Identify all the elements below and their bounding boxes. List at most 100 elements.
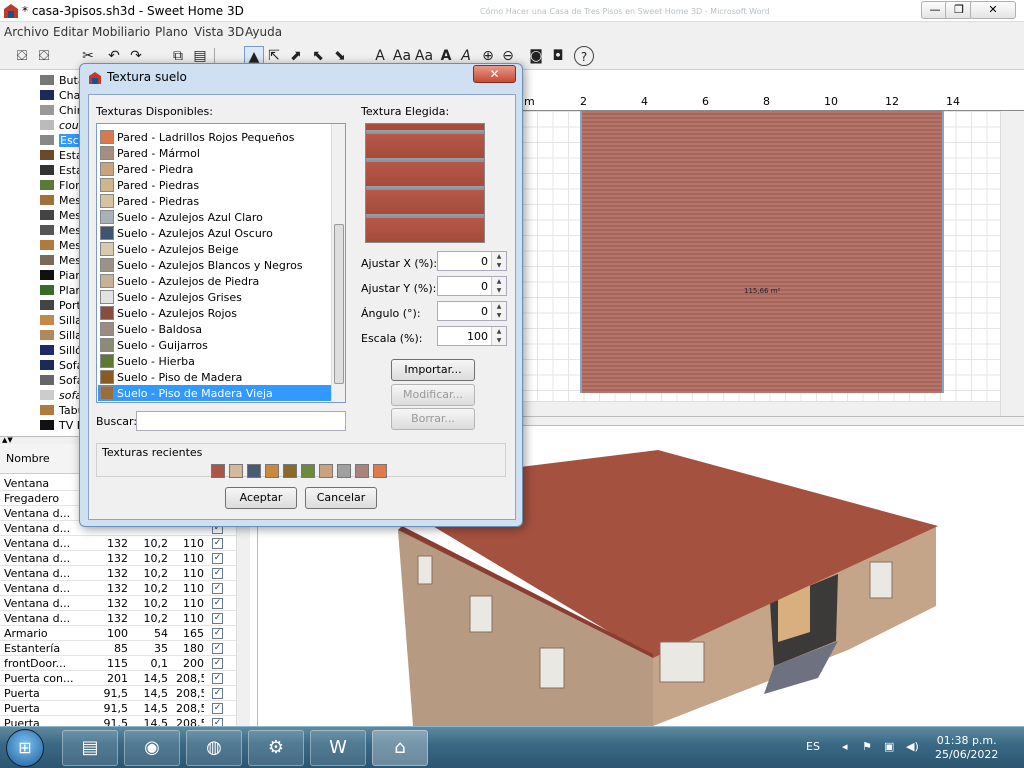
visible-checkbox[interactable]: ✓ xyxy=(212,568,223,579)
modify-button[interactable]: Modificar... xyxy=(391,384,475,406)
sweet-home-3d-taskbar-icon[interactable]: ⌂ xyxy=(372,730,428,766)
recent-texture-swatch[interactable] xyxy=(211,464,225,478)
firefox-icon[interactable]: ◍ xyxy=(186,730,242,766)
table-row[interactable]: Ventana d... 132 10,2 110 ✓ xyxy=(0,551,236,566)
spinner-arrows-icon[interactable]: ▲ ▼ xyxy=(491,277,506,295)
open-icon[interactable]: ⛋ xyxy=(34,46,54,66)
recent-texture-swatch[interactable] xyxy=(319,464,333,478)
visible-checkbox[interactable]: ✓ xyxy=(212,583,223,594)
menu-ayuda[interactable]: Ayuda xyxy=(245,25,282,39)
table-row[interactable]: Armario 100 54 165 ✓ xyxy=(0,626,236,641)
volume-icon[interactable]: ◀) xyxy=(906,740,919,753)
texture-item[interactable]: Suelo - Azulejos Grises xyxy=(98,289,331,305)
texture-item[interactable]: Pared - Mármol xyxy=(98,145,331,161)
cancel-button[interactable]: Cancelar xyxy=(305,487,377,509)
table-row[interactable]: Puerta 91,5 14,5 208,5 ✓ xyxy=(0,701,236,716)
table-row[interactable]: Ventana d... 132 10,2 110 ✓ xyxy=(0,611,236,626)
recent-texture-swatch[interactable] xyxy=(265,464,279,478)
texture-item[interactable]: Suelo - Baldosa xyxy=(98,321,331,337)
texture-item[interactable]: Pared - Piedra xyxy=(98,161,331,177)
room-area-label[interactable]: 115,66 m² xyxy=(744,287,780,295)
language-indicator[interactable]: ES xyxy=(806,740,820,753)
texture-item[interactable]: Pared - Piedras xyxy=(98,193,331,209)
texture-item[interactable]: Suelo - Azulejos Blancos y Negros xyxy=(98,257,331,273)
table-row[interactable]: Puerta 91,5 14,5 208,5 ✓ xyxy=(0,686,236,701)
visible-checkbox[interactable]: ✓ xyxy=(212,703,223,714)
offset-y-spinner[interactable]: 0 ▲ ▼ xyxy=(437,276,507,296)
recent-texture-swatch[interactable] xyxy=(355,464,369,478)
tray-arrow-icon[interactable]: ◂ xyxy=(842,740,848,753)
texture-item[interactable]: Suelo - Azulejos de Piedra xyxy=(98,273,331,289)
recent-texture-swatch[interactable] xyxy=(301,464,315,478)
spinner-arrows-icon[interactable]: ▲ ▼ xyxy=(491,327,506,345)
file-explorer-icon[interactable]: ▤ xyxy=(62,730,118,766)
accept-button[interactable]: Aceptar xyxy=(225,487,297,509)
table-row[interactable]: Ventana d... 132 10,2 110 ✓ xyxy=(0,581,236,596)
column-name-header[interactable]: Nombre xyxy=(6,452,50,465)
texture-item[interactable]: Pared - Ladrillos Rojos Pequeños xyxy=(98,129,331,145)
search-input[interactable] xyxy=(136,411,346,431)
flag-icon[interactable]: ⚑ xyxy=(862,740,872,753)
visible-checkbox[interactable]: ✓ xyxy=(212,538,223,549)
menu-plano[interactable]: Plano xyxy=(155,25,188,39)
texture-swatch xyxy=(100,258,114,272)
spinner-arrows-icon[interactable]: ▲ ▼ xyxy=(491,252,506,270)
texture-item[interactable]: Suelo - Azulejos Azul Oscuro xyxy=(98,225,331,241)
menu-editar[interactable]: Editar xyxy=(53,25,89,39)
table-row[interactable]: Ventana d... 132 10,2 110 ✓ xyxy=(0,566,236,581)
recent-texture-swatch[interactable] xyxy=(229,464,243,478)
table-row[interactable]: frontDoor... 115 0,1 200 ✓ xyxy=(0,656,236,671)
network-icon[interactable]: ▣ xyxy=(884,740,894,753)
dialog-close-button[interactable]: ✕ xyxy=(473,65,516,83)
spinner-arrows-icon[interactable]: ▲ ▼ xyxy=(491,302,506,320)
app-icon[interactable]: ⚙ xyxy=(248,730,304,766)
import-button[interactable]: Importar... xyxy=(391,359,475,381)
recent-texture-swatch[interactable] xyxy=(247,464,261,478)
recent-texture-swatch[interactable] xyxy=(373,464,387,478)
menu-archivo[interactable]: Archivo xyxy=(4,25,49,39)
scale-spinner[interactable]: 100 ▲ ▼ xyxy=(437,326,507,346)
texture-item[interactable]: Suelo - Guijarros xyxy=(98,337,331,353)
visible-checkbox[interactable]: ✓ xyxy=(212,658,223,669)
table-row[interactable]: Estantería 85 35 180 ✓ xyxy=(0,641,236,656)
create-video-icon[interactable]: ◘ xyxy=(548,46,568,66)
scroll-thumb[interactable] xyxy=(334,224,344,384)
new-home-icon[interactable]: ⛋ xyxy=(12,46,32,66)
visible-checkbox[interactable]: ✓ xyxy=(212,598,223,609)
visible-checkbox[interactable]: ✓ xyxy=(212,628,223,639)
recent-texture-swatch[interactable] xyxy=(283,464,297,478)
recent-texture-swatch[interactable] xyxy=(337,464,351,478)
visible-checkbox[interactable]: ✓ xyxy=(212,643,223,654)
visible-checkbox[interactable]: ✓ xyxy=(212,673,223,684)
table-row[interactable]: Ventana d... 132 10,2 110 ✓ xyxy=(0,596,236,611)
start-button[interactable]: ⊞ xyxy=(6,729,44,767)
create-photo-icon[interactable]: ◙ xyxy=(526,46,546,66)
texture-item[interactable]: Pared - Piedras xyxy=(98,177,331,193)
chrome-icon[interactable]: ◉ xyxy=(124,730,180,766)
room-floor[interactable] xyxy=(580,111,944,393)
clock[interactable]: 01:38 p.m. 25/06/2022 xyxy=(935,734,998,762)
delete-button[interactable]: Borrar... xyxy=(391,408,475,430)
menu-vista-3d[interactable]: Vista 3D xyxy=(194,25,244,39)
maximize-button[interactable]: ❐ xyxy=(945,1,973,19)
texture-item[interactable]: Suelo - Azulejos Beige xyxy=(98,241,331,257)
plan-vertical-scrollbar[interactable] xyxy=(1000,111,1024,416)
visible-checkbox[interactable]: ✓ xyxy=(212,553,223,564)
texture-item[interactable]: Suelo - Hierba xyxy=(98,353,331,369)
texture-item[interactable]: Suelo - Azulejos Azul Claro xyxy=(98,209,331,225)
texture-item[interactable]: Suelo - Piso de Madera xyxy=(98,369,331,385)
visible-checkbox[interactable]: ✓ xyxy=(212,613,223,624)
texture-list-scrollbar[interactable] xyxy=(331,124,345,402)
word-icon[interactable]: W xyxy=(310,730,366,766)
visible-checkbox[interactable]: ✓ xyxy=(212,688,223,699)
texture-item[interactable]: Suelo - Piso de Madera Vieja xyxy=(98,385,331,401)
menu-mobiliario[interactable]: Mobiliario xyxy=(92,25,150,39)
angle-spinner[interactable]: 0 ▲ ▼ xyxy=(437,301,507,321)
table-row[interactable]: Puerta con... 201 14,5 208,5 ✓ xyxy=(0,671,236,686)
offset-x-spinner[interactable]: 0 ▲ ▼ xyxy=(437,251,507,271)
texture-list[interactable]: Pared - Ladrillos Rojos Pequeños Pared - … xyxy=(96,123,346,403)
close-window-button[interactable]: ✕ xyxy=(970,1,1016,19)
help-icon[interactable]: ? xyxy=(574,46,594,66)
texture-item[interactable]: Suelo - Azulejos Rojos xyxy=(98,305,331,321)
table-row[interactable]: Ventana d... 132 10,2 110 ✓ xyxy=(0,536,236,551)
